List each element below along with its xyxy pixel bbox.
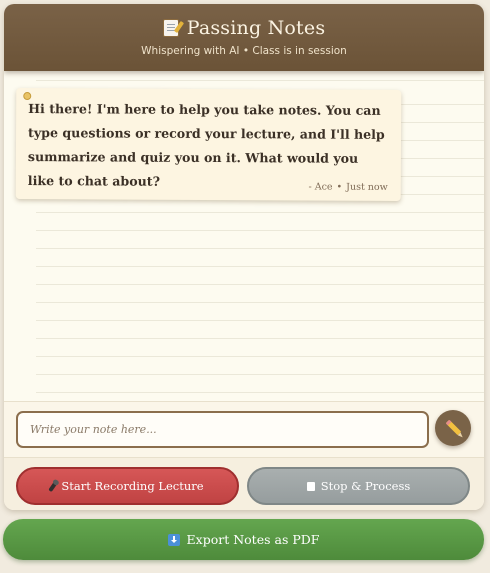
message-meta: - Ace • Just now — [308, 182, 387, 193]
app-root: Passing Notes Whispering with AI • Class… — [0, 0, 490, 573]
app-subtitle: Whispering with AI • Class is in session — [141, 45, 347, 57]
message-text: Hi there! I'm here to help you take note… — [27, 101, 385, 189]
download-icon — [167, 533, 180, 546]
meta-separator: • — [336, 181, 343, 193]
export-pdf-button[interactable]: Export Notes as PDF — [3, 519, 484, 560]
pin-icon — [23, 92, 32, 101]
message-area[interactable]: Hi there! I'm here to help you take note… — [4, 71, 484, 401]
export-pdf-label: Export Notes as PDF — [186, 532, 320, 547]
microphone-icon — [48, 480, 59, 492]
app-title: Passing Notes — [186, 17, 326, 39]
stop-icon — [306, 481, 315, 491]
start-recording-button[interactable]: Start Recording Lecture — [16, 467, 239, 505]
message-bubble: Hi there! I'm here to help you take note… — [15, 87, 402, 202]
recording-controls: Start Recording Lecture Stop & Process — [4, 457, 484, 510]
chat-card: Passing Notes Whispering with AI • Class… — [4, 4, 484, 510]
send-button[interactable] — [435, 410, 471, 446]
pencil-icon — [445, 419, 462, 436]
memo-icon — [162, 19, 179, 37]
message-time: Just now — [346, 181, 388, 193]
note-input[interactable] — [16, 411, 429, 448]
stop-process-label: Stop & Process — [320, 479, 411, 493]
stop-process-button[interactable]: Stop & Process — [247, 467, 470, 505]
message-author: - Ace — [308, 181, 333, 193]
title-row: Passing Notes — [4, 4, 484, 39]
start-recording-label: Start Recording Lecture — [61, 479, 204, 493]
composer-bar — [4, 401, 484, 457]
app-header: Passing Notes Whispering with AI • Class… — [4, 4, 484, 71]
